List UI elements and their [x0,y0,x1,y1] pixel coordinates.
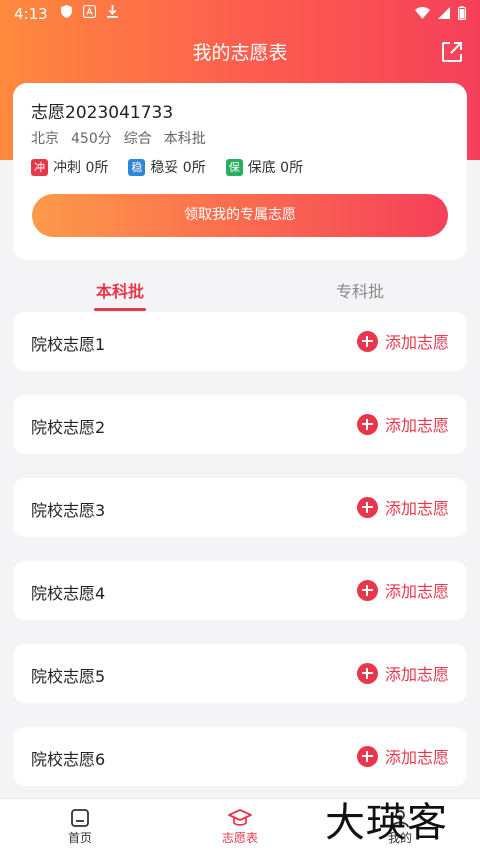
status-bar: 4:13 [0,0,480,28]
batch-tabs: 本科批 专科批 [0,278,480,314]
sprint-tag: 冲 [31,158,48,176]
badge-safe: 保 保底 0所 [225,157,304,177]
nav-home-label: 首页 [67,831,92,845]
plus-circle-icon [356,579,378,601]
wish-label: 院校志愿3 [31,501,106,520]
battery-icon [458,6,466,20]
add-wish-button[interactable]: 添加志愿 [356,744,449,768]
active-tab-indicator [94,308,146,311]
list-item: 院校志愿5 添加志愿 [13,644,467,703]
profile-card: 志愿2023041733 北京 450分 综合 本科批 冲 冲刺 0所 稳 稳妥… [13,83,467,260]
list-item: 院校志愿4 添加志愿 [13,561,467,620]
status-notification-icons [60,5,119,18]
plus-circle-icon [356,330,378,352]
share-icon[interactable] [440,40,464,64]
list-item: 院校志愿2 添加志愿 [13,395,467,454]
list-item: 院校志愿3 添加志愿 [13,478,467,537]
app-notification-icon [83,5,96,18]
signal-icon [438,7,450,19]
add-wish-label: 添加志愿 [384,665,449,684]
badge-sprint: 冲 冲刺 0所 [31,157,108,177]
shield-icon [61,5,72,18]
add-wish-button[interactable]: 添加志愿 [356,495,449,519]
add-wish-label: 添加志愿 [384,582,449,601]
nav-home[interactable]: 首页 [40,807,120,846]
plus-circle-icon [356,745,378,767]
safe-tag: 保 [225,158,243,176]
list-item: 院校志愿6 添加志愿 [13,727,467,786]
status-system-icons [415,6,466,20]
add-wish-button[interactable]: 添加志愿 [356,661,449,685]
nav-wish-label: 志愿表 [221,831,258,845]
status-time: 4:13 [14,5,48,23]
meta-batch: 本科批 [163,131,206,147]
plus-circle-icon [356,496,378,518]
wish-label: 院校志愿1 [31,335,106,354]
add-wish-label: 添加志愿 [384,333,449,352]
add-wish-button[interactable]: 添加志愿 [356,329,449,353]
claim-wish-button[interactable]: 领取我的专属志愿 [32,194,448,237]
page-title: 我的志愿表 [192,42,288,64]
plus-circle-icon [356,662,378,684]
nav-wish-table[interactable]: 志愿表 [200,807,280,846]
add-wish-label: 添加志愿 [384,748,449,767]
wish-label: 院校志愿2 [31,418,106,437]
list-item: 院校志愿1 添加志愿 [13,312,467,371]
sprint-label: 冲刺 0所 [53,160,109,176]
steady-tag: 稳 [128,158,146,176]
wish-label: 院校志愿6 [31,750,106,769]
add-wish-label: 添加志愿 [384,416,449,435]
meta-score: 450分 [71,131,112,147]
tab-junior-college[interactable]: 专科批 [310,278,410,302]
meta-subject: 综合 [123,131,152,147]
wish-label: 院校志愿4 [31,584,106,603]
badge-steady: 稳 稳妥 0所 [128,157,206,177]
add-wish-label: 添加志愿 [384,499,449,518]
home-icon [71,809,89,827]
meta-region: 北京 [31,131,59,147]
profile-meta: 北京 450分 综合 本科批 [31,128,206,148]
wish-label: 院校志愿5 [31,667,106,686]
wifi-icon [415,7,430,19]
watermark: 大瑛客 [325,800,448,846]
add-wish-button[interactable]: 添加志愿 [356,412,449,436]
steady-label: 稳妥 0所 [150,160,206,176]
safe-label: 保底 0所 [247,160,304,176]
add-wish-button[interactable]: 添加志愿 [356,578,449,602]
plus-circle-icon [356,413,378,435]
strategy-badges: 冲 冲刺 0所 稳 稳妥 0所 保 保底 0所 [31,157,303,177]
tab-undergraduate[interactable]: 本科批 [70,278,170,302]
graduation-cap-icon [228,809,252,826]
wish-list: 院校志愿1 添加志愿 院校志愿2 添加志愿 院校志愿3 添加志愿 院校志愿4 添… [13,312,467,810]
download-icon [107,5,118,18]
profile-name: 志愿2023041733 [31,103,174,123]
